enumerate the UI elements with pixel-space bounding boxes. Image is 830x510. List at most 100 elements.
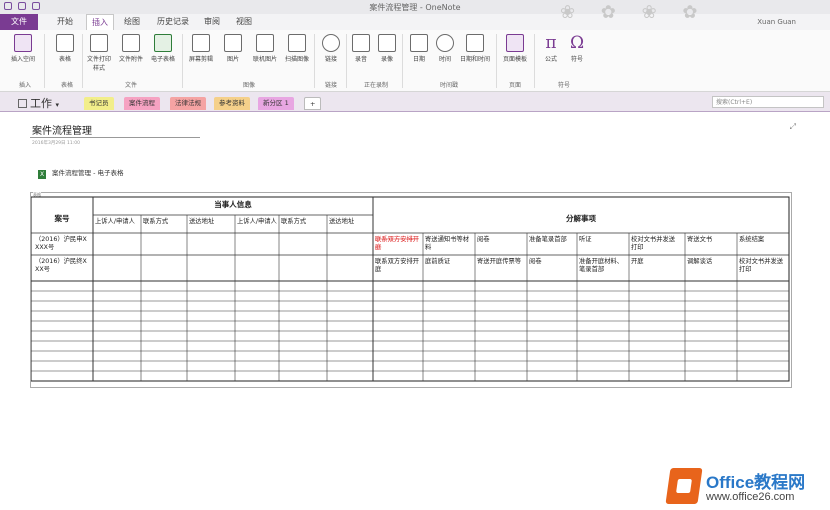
calendar-clock-icon — [466, 34, 484, 52]
notebook-icon — [18, 99, 27, 108]
table-subheader[interactable]: 联系方式 — [143, 216, 169, 225]
table-case-number[interactable]: （2016）沪民终X XX号 — [35, 256, 88, 273]
page-templates-button[interactable]: 页面模板 — [502, 34, 528, 63]
section-tab-5[interactable]: 新分区 1 — [258, 97, 294, 110]
screen-clipping-button[interactable]: 屏幕剪辑 — [188, 34, 214, 63]
omega-icon: Ω — [569, 33, 585, 53]
tab-history[interactable]: 历史记录 — [152, 14, 194, 30]
scanner-icon — [288, 34, 306, 52]
scanned-image-button[interactable]: 扫描图像 — [284, 34, 310, 63]
date-button[interactable]: 日期 — [406, 34, 432, 63]
group-file-label: 文件 — [124, 82, 137, 89]
table-task-item[interactable]: 阅卷 — [529, 256, 542, 265]
excel-icon — [154, 34, 172, 52]
table-task-item[interactable]: 调解谈话 — [687, 256, 713, 265]
table-subheader[interactable]: 送达地址 — [189, 216, 215, 225]
group-links-label: 链接 — [324, 82, 337, 89]
table-task-item[interactable]: 准备开庭材料、笔录首部 — [579, 256, 623, 273]
table-subheader[interactable]: 上诉人/申请人 — [237, 216, 278, 225]
spreadsheet-button[interactable]: 电子表格 — [150, 34, 176, 63]
section-tab-2[interactable]: 案件流程 — [124, 97, 160, 110]
group-pages-label: 页面 — [508, 82, 521, 89]
link-button[interactable]: 链接 — [318, 34, 344, 63]
table-task-item[interactable]: 校对文书并发送打印 — [739, 256, 784, 273]
table-header-decomposition[interactable]: 分解事项 — [566, 213, 596, 223]
group-symbols-label: 符号 — [557, 82, 570, 89]
case-table[interactable]: 案号当事人信息分解事项上诉人/申请人 联系方式 送达地址 上诉人/申请人 联系方式 送达地… — [31, 193, 791, 387]
watermark: Office教程网 www.office26.com — [665, 466, 828, 510]
tab-file[interactable]: 文件 — [0, 14, 38, 30]
chevron-down-icon: ▾ — [55, 101, 60, 109]
table-task-item[interactable]: 准备笔录首部 — [529, 234, 567, 243]
group-recording-label: 正在录制 — [363, 82, 388, 89]
table-subheader[interactable]: 送达地址 — [329, 216, 355, 225]
watermark-url: www.office26.com — [706, 491, 795, 503]
notebook-bar: 工作 ▾ 书记员 案件流程 法律法规 参考资料 新分区 1 + 搜索(Ctrl+… — [0, 92, 830, 112]
expand-icon[interactable]: ⤢ — [790, 122, 796, 132]
group-timestamp-label: 时间戳 — [439, 82, 458, 89]
table-task-item[interactable]: 听证 — [579, 234, 592, 243]
table-subheader[interactable]: 上诉人/申请人 — [95, 216, 136, 225]
table-task-item[interactable]: 联系双方安排开庭 — [375, 256, 419, 273]
symbol-button[interactable]: Ω 符号 — [564, 34, 590, 63]
picture-icon — [224, 34, 242, 52]
section-tab-1[interactable]: 书记员 — [84, 97, 114, 110]
table-task-item[interactable]: 寄送文书 — [687, 234, 712, 243]
date-time-button[interactable]: 日期和时间 — [458, 34, 492, 63]
watermark-brand: Office教程网 — [706, 473, 806, 492]
paperclip-icon — [122, 34, 140, 52]
table-icon — [56, 34, 74, 52]
table-button[interactable]: 表格 — [52, 34, 78, 63]
microphone-icon — [352, 34, 370, 52]
time-button[interactable]: 时间 — [432, 34, 458, 63]
video-camera-icon — [378, 34, 396, 52]
page-template-icon — [506, 34, 524, 52]
file-printout-button[interactable]: 文件打印样式 — [86, 34, 112, 72]
online-pictures-button[interactable]: 联机图片 — [252, 34, 278, 63]
record-video-button[interactable]: 录像 — [374, 34, 400, 63]
section-tab-3[interactable]: 法律法规 — [170, 97, 206, 110]
tab-view[interactable]: 视图 — [230, 14, 258, 30]
table-header-party[interactable]: 当事人信息 — [214, 199, 252, 209]
add-section-button[interactable]: + — [304, 97, 322, 110]
insert-space-button[interactable]: 插入空间 — [10, 34, 36, 63]
ribbon-decoration: ❀ ✿ ❀ ✿ — [560, 2, 708, 23]
tab-draw[interactable]: 绘图 — [118, 14, 146, 30]
page-date: 2016年3月29日 11:00 — [32, 141, 80, 146]
section-tab-4[interactable]: 参考资料 — [214, 97, 250, 110]
excel-file-icon: X — [38, 170, 46, 179]
table-subheader[interactable]: 联系方式 — [281, 216, 307, 225]
tab-home[interactable]: 开始 — [50, 14, 80, 30]
file-attachment-button[interactable]: 文件附件 — [118, 34, 144, 63]
tab-insert[interactable]: 插入 — [86, 14, 114, 30]
globe-link-icon — [322, 34, 340, 52]
pictures-button[interactable]: 图片 — [220, 34, 246, 63]
table-task-item[interactable]: 寄送开庭传票等 — [477, 256, 522, 265]
table-task-item[interactable]: 庭前质证 — [425, 256, 451, 265]
record-audio-button[interactable]: 录音 — [348, 34, 374, 63]
menu-bar: ❀ ✿ ❀ ✿ 文件 开始 插入 绘图 历史记录 审阅 视图 Xuan Guan — [0, 2, 830, 30]
spreadsheet-attachment[interactable]: X 案件流程管理 - 电子表格 — [38, 167, 123, 179]
office-logo-icon — [665, 468, 703, 504]
table-task-item[interactable]: 校对文书并发送打印 — [631, 234, 676, 251]
table-header-case[interactable]: 案号 — [54, 213, 70, 223]
ribbon: 插入空间 插入 表格 表格 文件打印样式 文件附件 电子表格 文件 屏幕剪辑 图… — [0, 30, 830, 92]
table-task-item[interactable]: 开庭 — [631, 256, 644, 265]
notebook-selector[interactable]: 工作 ▾ — [18, 95, 59, 111]
camera-icon — [192, 34, 210, 52]
tab-review[interactable]: 审阅 — [198, 14, 226, 30]
table-task-item[interactable]: 阅卷 — [477, 234, 490, 243]
table-task-item[interactable]: 系统结案 — [739, 234, 765, 243]
user-name[interactable]: Xuan Guan — [757, 18, 796, 26]
table-task-item[interactable]: 寄送通知书等材料 — [425, 234, 470, 251]
file-printout-icon — [90, 34, 108, 52]
table-case-number[interactable]: （2016）沪民申X XXX号 — [35, 234, 88, 251]
group-insert-label: 插入 — [18, 82, 31, 89]
group-images-label: 图像 — [242, 82, 255, 89]
insert-space-icon — [14, 34, 32, 52]
table-task-item[interactable]: 联系双方安排开庭 — [375, 234, 419, 251]
equation-button[interactable]: π 公式 — [538, 34, 564, 63]
page-title[interactable]: 案件流程管理 — [32, 122, 92, 137]
table-container: 表格 案号 当事人信息 分解事项 上诉人/申请人 联系方式 送达地址 上诉人/申请人 联系方式… — [30, 192, 792, 388]
search-input[interactable]: 搜索(Ctrl+E) — [712, 96, 824, 108]
